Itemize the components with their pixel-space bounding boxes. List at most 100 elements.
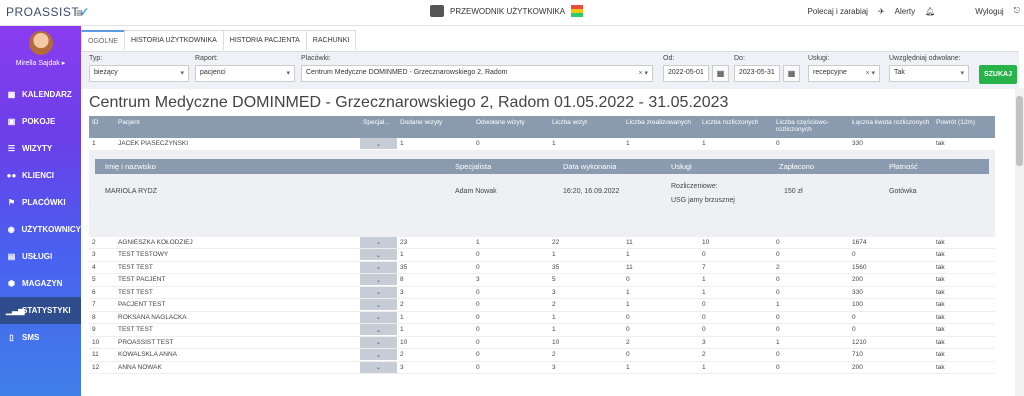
col-id[interactable]: ID (89, 116, 115, 129)
col-settled[interactable]: Liczba rozliczonych (699, 116, 773, 129)
report-value: pacjenci (200, 69, 226, 76)
cell-visits: 3 (552, 363, 556, 371)
type-select[interactable]: bieżący ▾ (89, 65, 189, 82)
table-row[interactable]: 10 PROASSIST TEST ⌄ 10 0 10 2 3 1 1210 tak (89, 336, 995, 349)
sidebar-item-label: POKOJE (22, 117, 56, 126)
logout-link[interactable]: Wyloguj (975, 7, 1003, 16)
chevron-down-icon[interactable]: ⌄ (360, 299, 397, 311)
cell-settled: 2 (702, 351, 706, 359)
cell-return: tak (936, 313, 945, 321)
cell-patient: TEST TEST (118, 326, 153, 334)
cell-id: 9 (92, 326, 96, 334)
col-visits[interactable]: Liczba wizyt (549, 116, 623, 129)
sidebar-item-sms[interactable]: ▯ SMS (0, 324, 81, 351)
chevron-down-icon[interactable]: ⌄ (360, 138, 397, 150)
cell-settled: 10 (702, 238, 710, 246)
cell-cancelled: 0 (476, 288, 480, 296)
cell-total-amount: 0 (852, 313, 856, 321)
cell-return: tak (936, 351, 945, 359)
cell-total-amount: 1560 (852, 263, 867, 271)
chevron-down-icon[interactable]: ⌄ (360, 336, 397, 348)
cell-id: 8 (92, 313, 96, 321)
table-row[interactable]: 6 TEST TEST ⌄ 3 0 3 1 1 0 330 tak (89, 286, 995, 299)
tab-patient-history[interactable]: HISTORIA PACJENTA (222, 30, 307, 50)
cancelled-select[interactable]: Tak ▾ (889, 65, 969, 82)
sidebar-item-rooms[interactable]: ▣ POKOJE (0, 108, 81, 135)
table-row[interactable]: 9 TEST TEST ⌄ 1 0 1 0 0 0 0 tak (89, 324, 995, 337)
table-row[interactable]: 5 TEST PACJENT ⌄ 8 3 5 0 1 0 200 tak (89, 274, 995, 287)
chevron-down-icon[interactable]: ⌄ (360, 261, 397, 273)
table-row[interactable]: 12 ANNA NOWAK ⌄ 3 0 3 1 1 0 200 tak (89, 361, 995, 374)
report-select[interactable]: pacjenci ▾ (195, 65, 295, 82)
sidebar-item-users[interactable]: ◉ UŻYTKOWNICY (0, 216, 81, 243)
user-guide-link[interactable]: PRZEWODNIK UŻYTKOWNIKA (430, 5, 584, 17)
sidebar-item-services[interactable]: ▤ USŁUGI (0, 243, 81, 270)
cell-visits: 1 (552, 140, 556, 148)
table-row[interactable]: 7 PACJENT TEST ⌄ 2 0 2 1 0 1 100 tak (89, 299, 995, 312)
sidebar-item-clients[interactable]: ●● KLIENCI (0, 162, 81, 189)
col-specialist[interactable]: Specjal... (360, 116, 397, 129)
from-date-input[interactable]: 2022-05-01 (663, 65, 709, 82)
alerts-link[interactable]: Alerty (895, 7, 915, 16)
tab-bills[interactable]: RACHUNKI (305, 30, 357, 50)
table-row[interactable]: 11 KOWALSKLA ANNA ⌄ 2 0 2 0 2 0 710 tak (89, 349, 995, 362)
col-partially-settled[interactable]: Liczba częściowo-rozliczonych (773, 116, 849, 136)
sidebar-item-calendar[interactable]: ▦ KALENDARZ (0, 81, 81, 108)
scrollbar-thumb[interactable] (1016, 96, 1023, 166)
col-cancelled[interactable]: Odwołane wizyty (473, 116, 549, 129)
bell-icon[interactable]: 🔔︎ (925, 7, 935, 16)
col-total-amount[interactable]: Łączna kwota rozliczonych (849, 116, 933, 129)
user-profile[interactable]: Mirella Sajdak ▸ (0, 26, 81, 81)
table-row[interactable]: 4 TEST TEST ⌄ 35 0 35 11 7 2 1560 tak (89, 261, 995, 274)
clear-dropdown-icon[interactable]: × ▾ (638, 69, 648, 77)
tab-general[interactable]: OGÓLNE (81, 30, 125, 50)
cell-visits: 22 (552, 238, 560, 246)
cell-total-amount: 330 (852, 288, 863, 296)
col-realized[interactable]: Liczba zrealizowanych (623, 116, 699, 129)
recommend-link[interactable]: Polecaj i zarabiaj (807, 7, 867, 16)
col-patient[interactable]: Pacjent (115, 116, 360, 129)
chevron-down-icon[interactable]: ⌄ (360, 236, 397, 248)
chevron-down-icon[interactable]: ⌄ (360, 349, 397, 361)
cell-added: 2 (400, 301, 404, 309)
cell-added: 23 (400, 238, 408, 246)
col-return[interactable]: Powrót (12m) (933, 116, 995, 129)
sidebar-item-statistics[interactable]: ▁▃▅ STATYSTYKI (0, 297, 81, 324)
calendar-icon[interactable]: ▦ (712, 65, 729, 82)
chevron-down-icon[interactable]: ⌄ (360, 274, 397, 286)
cell-settled: 1 (702, 363, 706, 371)
megaphone-icon[interactable]: ✈ (878, 7, 885, 16)
clients-icon: ●● (6, 171, 17, 180)
rooms-icon: ▣ (7, 117, 16, 126)
chevron-down-icon: ▾ (180, 70, 184, 77)
sidebar-item-warehouse[interactable]: ⬢ MAGAZYN (0, 270, 81, 297)
user-name: Mirella Sajdak ▸ (15, 60, 66, 67)
clear-dropdown-icon[interactable]: × ▾ (865, 69, 875, 77)
logout-icon[interactable]: ⎋ (1014, 6, 1020, 16)
cell-patient: TEST TEST (118, 263, 153, 271)
table-row[interactable]: 3 TEST TESTOWY ⌄ 1 0 1 1 0 0 0 tak (89, 249, 995, 262)
chevron-down-icon[interactable]: ⌄ (360, 361, 397, 373)
table-row[interactable]: 1 JACEK PIASECZYŃSKI ⌄ 1 0 1 1 1 0 330 t… (89, 138, 995, 151)
sidebar-item-visits[interactable]: ☰ WIZYTY (0, 135, 81, 162)
services-select[interactable]: recepcyjne × ▾ (808, 65, 880, 82)
chevron-down-icon[interactable]: ⌄ (360, 311, 397, 323)
places-select[interactable]: Centrum Medyczne DOMINMED - Grzecznarows… (301, 65, 653, 82)
cell-settled: 3 (702, 338, 706, 346)
tab-user-history[interactable]: HISTORIA UŻYTKOWNIKA (123, 30, 224, 50)
table-row[interactable]: 8 ROKSANA NAGLACKA ⌄ 1 0 1 0 0 0 0 tak (89, 311, 995, 324)
chevron-down-icon[interactable]: ⌄ (360, 249, 397, 261)
chevron-down-icon[interactable]: ⌄ (360, 324, 397, 336)
table-row[interactable]: 2 AGNIESZKA KOŁODZIEJ ⌄ 23 1 22 11 10 0 1674 tak (89, 236, 995, 249)
col-added[interactable]: Dodane wizyty (397, 116, 473, 129)
scrollbar[interactable] (1015, 88, 1024, 396)
cell-cancelled: 0 (476, 301, 480, 309)
cell-added: 35 (400, 263, 408, 271)
chevron-down-icon[interactable]: ⌄ (360, 286, 397, 298)
hamburger-menu-icon[interactable]: ≡ (76, 6, 83, 20)
search-button[interactable]: SZUKAJ (979, 65, 1017, 84)
calendar-icon[interactable]: ▦ (783, 65, 800, 82)
detail-col-name: Imię i nazwisko (105, 161, 156, 171)
sidebar-item-places[interactable]: ⚑ PLACÓWKI (0, 189, 81, 216)
to-date-input[interactable]: 2023-05-31 (734, 65, 780, 82)
